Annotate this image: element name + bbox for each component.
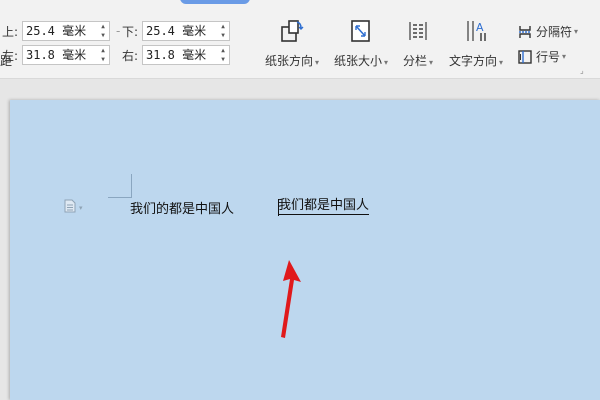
breaks-icon [517, 24, 533, 40]
dialog-launcher-icon[interactable]: ⌟ [580, 66, 584, 75]
margin-top-label: 上: [1, 24, 18, 39]
chevron-down-icon: ▾ [499, 58, 504, 67]
breaks-button[interactable]: 分隔符 ▾ [517, 23, 578, 40]
paragraph-handle[interactable]: ▾ [64, 199, 83, 216]
margin-top-input[interactable]: 25.4 毫米 ▲ ▼ [22, 21, 110, 41]
margin-corner-mark [108, 197, 132, 198]
text-direction-label: 文字方向 [449, 54, 498, 68]
margin-top-spinner-arrows[interactable]: ▲ ▼ [99, 23, 107, 39]
paper-size-icon [349, 18, 373, 44]
margin-bottom-spinner-arrows[interactable]: ▲ ▼ [219, 23, 227, 39]
chevron-down-icon: ▾ [79, 203, 83, 212]
paragraph-icon [64, 199, 76, 216]
chevron-down-icon: ▾ [384, 58, 389, 67]
chevron-down-icon: ▾ [315, 58, 320, 67]
document-text-line-1[interactable]: 我们的都是中国人 [130, 198, 234, 217]
active-tab-indicator[interactable] [180, 0, 250, 4]
margin-right-label: 右: [121, 48, 138, 63]
red-arrow-annotation [275, 258, 305, 343]
paper-size-button[interactable]: 纸张大小 ▾ [334, 18, 388, 69]
text-cursor [278, 199, 279, 216]
text-direction-button[interactable]: A 文字方向 ▾ [449, 18, 503, 69]
chevron-down-icon: ▾ [574, 27, 579, 36]
columns-icon [406, 18, 430, 44]
text-direction-icon: A [463, 18, 489, 44]
orientation-button[interactable]: 纸张方向 ▾ [265, 18, 319, 69]
svg-text:A: A [476, 21, 484, 34]
line-numbers-label: 行号 [536, 50, 561, 64]
margin-left-spinner-arrows[interactable]: ▲ ▼ [99, 47, 107, 63]
margin-bottom-label: 下: [121, 24, 138, 39]
margin-left-label: 左: [1, 48, 18, 63]
line-numbers-icon [517, 49, 533, 65]
margin-right-input[interactable]: 31.8 毫米 ▲ ▼ [142, 45, 230, 65]
columns-button[interactable]: 分栏 ▾ [403, 18, 433, 69]
orientation-label: 纸张方向 [265, 54, 314, 68]
margin-left-input[interactable]: 31.8 毫米 ▲ ▼ [22, 45, 110, 65]
margin-corner-mark [131, 174, 132, 198]
margin-bottom-row: 下: 25.4 毫米 ▲ ▼ [120, 21, 230, 41]
line-numbers-button[interactable]: 行号 ▾ [517, 48, 566, 65]
margin-right-spinner-arrows[interactable]: ▲ ▼ [219, 47, 227, 63]
document-text-line-2[interactable]: 我们都是中国人 [278, 198, 370, 215]
paper-size-label: 纸张大小 [334, 54, 383, 68]
margin-left-row: 左: 31.8 毫米 ▲ ▼ [0, 45, 110, 65]
page-layout-ribbon: 距 上: 25.4 毫米 ▲ ▼ - 下: 25.4 毫米 ▲ ▼ 左: 31.8 … [0, 0, 600, 79]
breaks-label: 分隔符 [536, 25, 573, 39]
document-page[interactable] [10, 100, 600, 400]
margin-right-row: 右: 31.8 毫米 ▲ ▼ [120, 45, 230, 65]
columns-label: 分栏 [403, 54, 428, 68]
margin-top-row: 上: 25.4 毫米 ▲ ▼ - [0, 21, 120, 41]
chevron-down-icon: ▾ [429, 58, 434, 67]
chevron-down-icon: ▾ [562, 52, 567, 61]
margin-bottom-input[interactable]: 25.4 毫米 ▲ ▼ [142, 21, 230, 41]
orientation-icon [279, 18, 305, 44]
